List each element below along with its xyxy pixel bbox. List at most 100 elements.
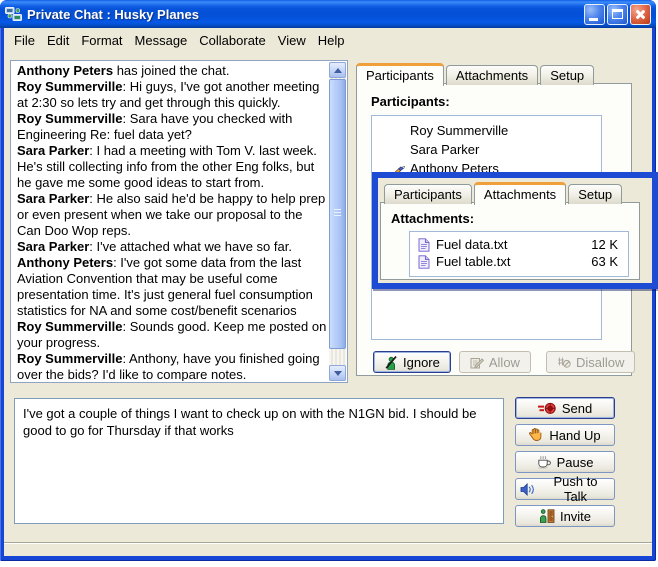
message-input[interactable]: I've got a couple of things I want to ch… — [15, 399, 503, 523]
chat-scrollbar[interactable] — [329, 62, 346, 381]
minimize-button[interactable] — [584, 4, 605, 25]
file-icon — [418, 255, 430, 269]
message-sender: Sara Parker — [17, 143, 89, 158]
arrow-up-icon — [334, 68, 342, 73]
screenshot-canvas: Private Chat : Husky Planes FileEditForm… — [0, 0, 658, 567]
push-to-talk-button[interactable]: Push to Talk — [515, 478, 615, 500]
button-label: Send — [562, 401, 592, 416]
talk-icon — [520, 483, 536, 496]
menu-item-help[interactable]: Help — [312, 32, 351, 49]
menu-item-message[interactable]: Message — [129, 32, 194, 49]
participants-tab-bar: ParticipantsAttachmentsSetup — [356, 62, 596, 85]
allow-button: Allow — [459, 351, 531, 373]
chat-message: Roy Summerville: Sara have you checked w… — [17, 111, 327, 143]
attachments-popup: ParticipantsAttachmentsSetup Attachments… — [372, 172, 658, 289]
popup-tab-participants[interactable]: Participants — [384, 184, 472, 204]
chat-message: Sara Parker: I had a meeting with Tom V.… — [17, 143, 327, 191]
allow-icon — [470, 356, 484, 369]
send-icon — [538, 402, 557, 415]
file-icon — [418, 238, 430, 252]
chat-message: Anthony Peters has joined the chat. — [17, 63, 327, 79]
close-button[interactable] — [630, 4, 651, 25]
popup-tab-attachments[interactable]: Attachments — [474, 182, 566, 205]
scrollbar-track[interactable] — [329, 78, 346, 365]
tab-participants[interactable]: Participants — [356, 63, 444, 86]
attachment-row[interactable]: Fuel data.txt 12 K — [410, 236, 628, 253]
button-label: Push to Talk — [541, 474, 610, 504]
disallow-icon — [557, 356, 571, 369]
tab-setup[interactable]: Setup — [540, 65, 594, 85]
scrollbar-thumb[interactable] — [329, 79, 346, 349]
message-sender: Anthony Peters — [17, 63, 113, 78]
composer-box: I've got a couple of things I want to ch… — [14, 398, 504, 524]
attachments-list[interactable]: Fuel data.txt 12 KFuel table.txt63 K — [409, 231, 629, 277]
send-button[interactable]: Send — [515, 397, 615, 419]
pause-button[interactable]: Pause — [515, 451, 615, 473]
attachments-heading: Attachments: — [391, 211, 474, 226]
participant-name: Roy Summerville — [410, 123, 508, 138]
popup-tab-setup[interactable]: Setup — [568, 184, 622, 204]
tab-attachments[interactable]: Attachments — [446, 65, 538, 85]
menu-bar: FileEditFormatMessageCollaborateViewHelp — [4, 28, 652, 52]
ignore-icon — [384, 355, 398, 370]
menu-item-format[interactable]: Format — [75, 32, 128, 49]
maximize-button[interactable] — [607, 4, 628, 25]
message-sender: Sara Parker — [17, 239, 89, 254]
button-label: Disallow — [576, 355, 624, 370]
message-sender: Roy Summerville — [17, 79, 123, 94]
menu-item-collaborate[interactable]: Collaborate — [193, 32, 272, 49]
moderation-buttons: Ignore Allow Disallow — [373, 351, 635, 373]
participant-row[interactable]: Roy Summerville — [372, 121, 601, 140]
participant-name: Sara Parker — [410, 142, 479, 157]
ignore-button[interactable]: Ignore — [373, 351, 451, 373]
hand-icon — [529, 428, 544, 442]
invite-icon — [539, 509, 555, 523]
chat-message: Sara Parker: I've attached what we have … — [17, 239, 327, 255]
pause-icon — [537, 455, 552, 469]
scroll-up-button[interactable] — [329, 62, 346, 78]
chat-log[interactable]: Anthony Peters has joined the chat.Roy S… — [10, 60, 348, 383]
button-label: Hand Up — [549, 428, 600, 443]
chat-message: Sara Parker: He also said he'd be happy … — [17, 191, 327, 239]
chat-message: Roy Summerville: Hi guys, I've got anoth… — [17, 79, 327, 111]
window-title: Private Chat : Husky Planes — [27, 7, 584, 22]
title-bar[interactable]: Private Chat : Husky Planes — [0, 0, 656, 28]
message-sender: Roy Summerville — [17, 319, 123, 334]
menu-item-edit[interactable]: Edit — [41, 32, 75, 49]
attachments-panel: Attachments: Fuel data.txt 12 KFuel table… — [380, 202, 640, 280]
attachments-tab-bar: ParticipantsAttachmentsSetup — [384, 181, 624, 204]
button-label: Ignore — [403, 355, 440, 370]
chat-message: Roy Summerville: Sounds good. Keep me po… — [17, 319, 327, 351]
participants-heading: Participants: — [371, 94, 450, 109]
chat-message: Roy Summerville: Anthony, have you finis… — [17, 351, 327, 381]
window-controls — [584, 4, 651, 25]
message-sender: Sara Parker — [17, 191, 89, 206]
arrow-down-icon — [334, 371, 342, 376]
scroll-down-button[interactable] — [329, 365, 346, 381]
disallow-button: Disallow — [546, 351, 635, 373]
button-label: Invite — [560, 509, 591, 524]
message-sender: Roy Summerville — [17, 111, 123, 126]
status-bar — [4, 542, 652, 556]
chat-app-icon — [5, 6, 22, 23]
chat-action-buttons: Send Hand Up Pause Push to Talk Invite — [515, 397, 615, 527]
private-chat-window: Private Chat : Husky Planes FileEditForm… — [0, 0, 656, 561]
minimize-icon — [589, 18, 598, 21]
attachment-name: Fuel data.txt — [436, 237, 585, 252]
button-label: Pause — [557, 455, 594, 470]
attachment-size: 63 K — [591, 254, 618, 269]
attachment-size: 12 K — [591, 237, 618, 252]
button-label: Allow — [489, 355, 520, 370]
menu-item-view[interactable]: View — [272, 32, 312, 49]
maximize-icon — [612, 9, 623, 19]
attachment-row[interactable]: Fuel table.txt63 K — [410, 253, 628, 270]
message-sender: Roy Summerville — [17, 351, 123, 366]
window-client-area: FileEditFormatMessageCollaborateViewHelp… — [4, 28, 652, 555]
hand-up-button[interactable]: Hand Up — [515, 424, 615, 446]
participant-row[interactable]: Sara Parker — [372, 140, 601, 159]
chat-message: Anthony Peters: I've got some data from … — [17, 255, 327, 319]
message-sender: Anthony Peters — [17, 255, 113, 270]
invite-button[interactable]: Invite — [515, 505, 615, 527]
menu-item-file[interactable]: File — [8, 32, 41, 49]
chat-transcript: Anthony Peters has joined the chat.Roy S… — [12, 62, 329, 381]
